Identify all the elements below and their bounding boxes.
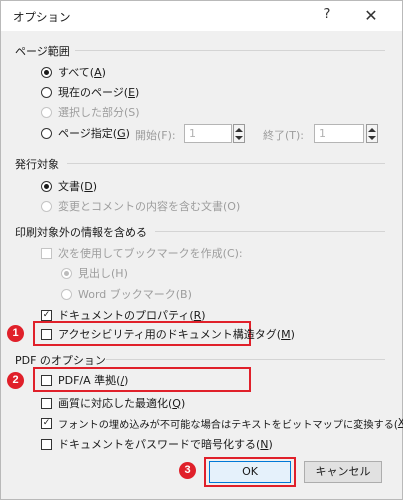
radio-document-text: 文書( xyxy=(58,180,85,193)
spin-up-icon xyxy=(235,128,243,132)
checkbox-bitmap-icon: ✓ xyxy=(41,417,52,429)
radio-pages-text: ページ指定( xyxy=(58,127,118,140)
checkbox-accessibility-key: M xyxy=(281,327,291,341)
non-print-header: 印刷対象外の情報を含める xyxy=(15,226,147,239)
checkbox-properties-icon: ✓ xyxy=(41,309,52,321)
radio-all-key: A xyxy=(94,65,102,79)
checkbox-encrypt-key: N xyxy=(260,437,269,451)
checkbox-bitmap[interactable]: ✓ フォントの埋め込みが不可能な場合はテキストをビットマップに変換する(X) xyxy=(41,415,403,431)
radio-current-page[interactable]: 現在のページ(E) xyxy=(41,84,139,100)
radio-headings-label: 見出し(H) xyxy=(78,267,128,280)
page-range-divider xyxy=(75,50,385,51)
radio-all-end: ) xyxy=(101,65,106,79)
radio-all-text: すべて( xyxy=(58,66,95,79)
radio-word-bookmarks-label: Word ブックマーク(B) xyxy=(78,288,192,301)
checkbox-optimize-key: Q xyxy=(172,396,181,410)
checkbox-pdfa-icon xyxy=(41,374,52,386)
options-dialog: オプション ? ✕ ページ範囲 すべて(A) 現在のページ(E) 選択した部分(… xyxy=(0,0,403,500)
radio-markup-icon xyxy=(41,200,52,212)
checkbox-encrypt-end: ) xyxy=(268,437,273,451)
checkbox-pdfa-text: PDF/A 準拠( xyxy=(58,374,121,387)
radio-document[interactable]: 文書(D) xyxy=(41,178,97,194)
checkbox-encrypt[interactable]: ドキュメントをパスワードで暗号化する(N) xyxy=(41,436,273,452)
checkbox-bookmarks-icon xyxy=(41,247,52,259)
end-page-spinner[interactable] xyxy=(366,124,378,143)
marker-3: 3 xyxy=(179,462,196,479)
start-page-spinner[interactable] xyxy=(233,124,245,143)
checkbox-bookmarks: 次を使用してブックマークを作成(C): xyxy=(41,245,243,261)
title-bar: オプション ? ✕ xyxy=(1,1,402,31)
publish-header: 発行対象 xyxy=(15,158,59,171)
publish-divider xyxy=(67,163,385,164)
checkbox-accessibility-icon xyxy=(41,328,52,340)
start-label: 開始(F): xyxy=(135,129,176,142)
end-label: 終了(T): xyxy=(263,129,305,142)
start-page-input[interactable]: 1 xyxy=(184,124,232,143)
radio-current-text: 現在のページ( xyxy=(58,86,129,99)
radio-headings: 見出し(H) xyxy=(61,265,128,281)
radio-markup-label: 変更とコメントの内容を含む文書(O) xyxy=(58,200,241,213)
checkbox-optimize-end: ) xyxy=(180,396,186,410)
pdf-options-header: PDF のオプション xyxy=(15,354,106,367)
checkbox-accessibility[interactable]: アクセシビリティ用のドキュメント構造タグ(M) xyxy=(41,326,295,342)
spin-down-icon xyxy=(368,136,376,140)
radio-headings-icon xyxy=(61,267,72,279)
checkbox-accessibility-text: アクセシビリティ用のドキュメント構造タグ( xyxy=(58,328,282,341)
spin-down-icon xyxy=(235,136,243,140)
radio-document-markup: 変更とコメントの内容を含む文書(O) xyxy=(41,198,240,214)
radio-pages-end: ) xyxy=(125,126,130,140)
radio-selection-label: 選択した部分(S) xyxy=(58,106,140,119)
non-print-divider xyxy=(155,231,385,232)
radio-document-icon xyxy=(41,180,52,192)
radio-current-icon xyxy=(41,86,52,98)
checkbox-bookmarks-label: 次を使用してブックマークを作成(C): xyxy=(58,247,243,260)
radio-document-key: D xyxy=(84,179,93,193)
marker-1: 1 xyxy=(7,325,24,342)
spin-up-icon xyxy=(368,128,376,132)
radio-selection-icon xyxy=(41,106,52,118)
end-page-input[interactable]: 1 xyxy=(314,124,364,143)
radio-all[interactable]: すべて(A) xyxy=(41,64,106,80)
checkbox-optimize-text: 画質に対応した最適化( xyxy=(58,397,173,410)
checkbox-optimize[interactable]: 画質に対応した最適化(Q) xyxy=(41,395,185,411)
checkbox-accessibility-end: ) xyxy=(290,327,295,341)
checkbox-bitmap-text: フォントの埋め込みが不可能な場合はテキストをビットマップに変換する( xyxy=(58,419,398,431)
close-button[interactable]: ✕ xyxy=(360,5,382,27)
checkbox-properties-end: ) xyxy=(201,308,206,322)
help-button[interactable]: ? xyxy=(318,7,336,25)
radio-current-key: E xyxy=(128,85,136,99)
radio-pages-key: G xyxy=(117,126,126,140)
checkbox-optimize-icon xyxy=(41,397,52,409)
page-range-header: ページ範囲 xyxy=(15,45,70,58)
cancel-button[interactable]: キャンセル xyxy=(304,461,382,483)
radio-document-end: ) xyxy=(92,179,98,193)
checkbox-pdfa-end: ) xyxy=(124,373,129,387)
checkbox-pdfa[interactable]: PDF/A 準拠(/) xyxy=(41,372,128,388)
checkbox-encrypt-text: ドキュメントをパスワードで暗号化する( xyxy=(58,438,261,451)
ok-button[interactable]: OK xyxy=(209,461,291,483)
radio-current-end: ) xyxy=(135,85,140,99)
radio-word-bookmarks: Word ブックマーク(B) xyxy=(61,286,192,302)
pdf-options-divider xyxy=(106,359,385,360)
radio-all-icon xyxy=(41,66,52,78)
radio-selection: 選択した部分(S) xyxy=(41,104,140,120)
checkbox-encrypt-icon xyxy=(41,438,52,450)
dialog-title: オプション xyxy=(13,10,71,24)
checkbox-properties-key: R xyxy=(193,308,202,322)
marker-2: 2 xyxy=(7,372,24,389)
radio-word-bookmarks-icon xyxy=(61,288,72,300)
radio-pages-icon xyxy=(41,127,52,139)
radio-page-specify[interactable]: ページ指定(G) xyxy=(41,125,130,141)
checkbox-bitmap-key: X xyxy=(397,417,403,429)
